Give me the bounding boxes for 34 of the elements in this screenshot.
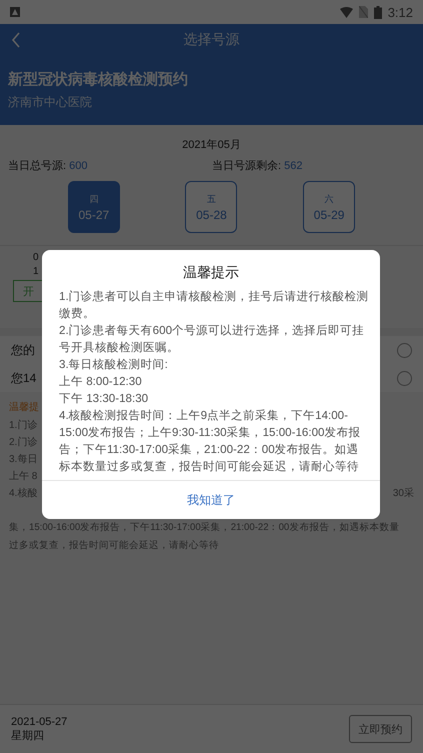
date-tab[interactable]: 四 05-27 <box>68 181 120 233</box>
page-title: 选择号源 <box>184 31 240 49</box>
slot-button[interactable]: 开 <box>13 280 44 302</box>
source-count: 当日总号源: 600 <box>8 159 88 173</box>
notice-title: 温馨提 <box>9 400 39 414</box>
question-text: 您14 <box>11 370 36 386</box>
slot-text: 1 <box>33 266 39 277</box>
selected-date: 2021-05-27 <box>11 716 68 728</box>
book-button[interactable]: 立即预约 <box>349 715 412 743</box>
back-icon[interactable] <box>11 32 21 48</box>
date-tab[interactable]: 五 05-28 <box>185 181 238 233</box>
dialog-text: 4.核酸检测报告时间：上午9点半之前采集，下午14:00-15:00发布报告；上午9:30-11:30采集，15:00-16:00发布报告；下午11:30-17:00采集，21:00-22：00发布报告。如遇标本数量过多或复查，报告时间可能会延迟，请耐心等待 <box>59 408 362 475</box>
dialog-text: 3.每日核酸检测时间: <box>59 357 169 373</box>
notification-icon <box>10 7 20 17</box>
dialog-text: 1.门诊患者可以自主申请核酸检测，挂号后请进行核酸检测缴费。 <box>59 289 370 322</box>
dialog-text: 下午 13:30-18:30 <box>59 391 150 407</box>
page-heading: 新型冠状病毒核酸检测预约 <box>8 70 189 89</box>
selected-weekday: 星期四 <box>11 728 45 742</box>
date-tab[interactable]: 六 05-29 <box>303 181 356 233</box>
confirm-button[interactable]: 我知道了 <box>42 481 380 519</box>
wifi-icon <box>340 6 353 18</box>
dialog-text: 上午 8:00-12:30 <box>59 374 143 390</box>
dialog-title: 温馨提示 <box>182 264 240 282</box>
month-label: 2021年05月 <box>181 138 242 152</box>
battery-icon <box>374 6 382 18</box>
dialog-text: 2.门诊患者每天有600个号源可以进行选择，选择后即可挂号开具核酸检测医嘱。 <box>59 323 366 356</box>
hospital-name: 济南市中心医院 <box>8 94 93 111</box>
status-time: 3:12 <box>388 4 413 20</box>
no-sim-icon <box>358 6 368 18</box>
radio-button[interactable] <box>397 370 412 386</box>
radio-button[interactable] <box>397 342 412 358</box>
question-text: 您的 <box>11 342 35 358</box>
slot-text: 0 <box>33 252 39 263</box>
source-count: 当日号源剩余: 562 <box>212 159 302 173</box>
